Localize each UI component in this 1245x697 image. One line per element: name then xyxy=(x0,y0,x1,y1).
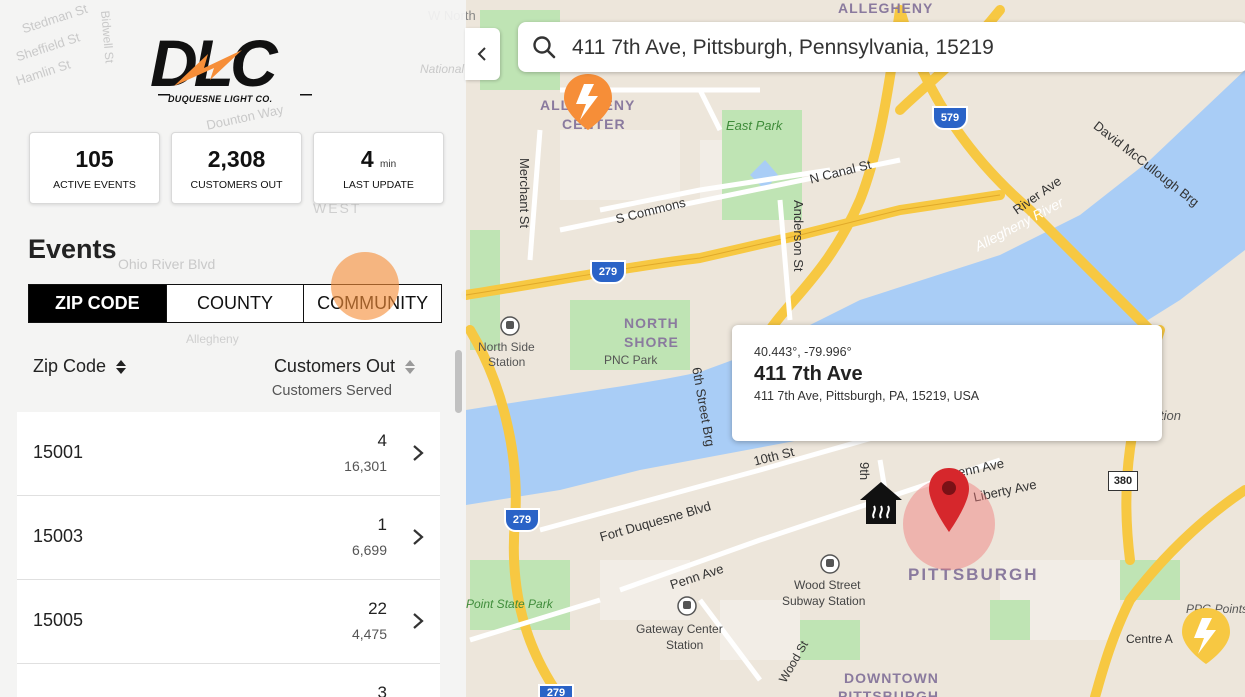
stat-active-events-value: 105 xyxy=(75,146,114,172)
map-label-9th: 9th xyxy=(857,462,872,481)
search-icon[interactable] xyxy=(532,35,556,59)
table-row[interactable]: 3 xyxy=(17,664,440,697)
map-label-allegheny-top: ALLEGHENY xyxy=(838,0,934,16)
map-label-north: NORTH xyxy=(624,315,679,331)
map-label-pnc-park: PNC Park xyxy=(604,353,658,367)
row-customers-out: 3 xyxy=(377,683,387,697)
logo-tagline: DUQUESNE LIGHT CO. xyxy=(168,94,273,104)
collapse-sidebar-button[interactable] xyxy=(465,28,500,80)
map-label-shore: SHORE xyxy=(624,334,679,350)
chevron-right-icon[interactable] xyxy=(412,444,424,462)
map-label-anderson-st: Anderson St xyxy=(791,200,806,272)
column-header-zip-code[interactable]: Zip Code xyxy=(33,356,127,377)
map-label-centre-ave: Centre A xyxy=(1126,632,1173,646)
outage-marker-icon[interactable] xyxy=(1178,606,1234,668)
location-popup: 40.443°, -79.996° 411 7th Ave 411 7th Av… xyxy=(732,325,1162,441)
sidebar-panel: Stedman St Sheffield St Hamlin St Bidwel… xyxy=(0,0,466,697)
map-label-wood-street: Wood Street xyxy=(794,578,861,592)
sort-icon[interactable] xyxy=(115,359,127,375)
chevron-right-icon[interactable] xyxy=(412,612,424,630)
map-label-gateway-station: Station xyxy=(666,638,704,652)
transit-station-icon xyxy=(500,316,520,336)
row-zip: 15003 xyxy=(33,526,84,546)
column-header-customers-out[interactable]: Customers Out xyxy=(274,356,416,377)
customers-header-label: Customers Out xyxy=(273,356,395,376)
table-row[interactable]: 15001 4 16,301 xyxy=(17,412,440,496)
chevron-left-icon xyxy=(477,47,486,61)
highway-shield-380: 380 xyxy=(1108,471,1138,491)
row-zip: 15005 xyxy=(33,610,84,630)
row-customers-served: 6,699 xyxy=(351,542,387,558)
transit-station-icon xyxy=(677,596,697,616)
map-label-allegheny-west: Allegheny xyxy=(186,332,239,346)
search-bar[interactable] xyxy=(518,22,1245,72)
popup-title: 411 7th Ave xyxy=(754,363,863,385)
highway-shield-579: 579 xyxy=(932,106,968,130)
stat-card-active-events: 105 ACTIVE EVENTS xyxy=(29,132,160,204)
stat-card-last-update: 4 min LAST UPDATE xyxy=(313,132,444,204)
row-customers-out: 22 xyxy=(368,599,387,618)
search-input[interactable] xyxy=(570,34,1234,62)
stat-customers-out-label: CUSTOMERS OUT xyxy=(190,179,283,191)
outage-marker-icon[interactable] xyxy=(560,72,616,134)
map-label-north-side: North Side xyxy=(478,340,535,354)
stat-last-update-unit: min xyxy=(380,159,397,170)
tab-zip-code[interactable]: ZIP CODE xyxy=(29,285,167,322)
map-label-pittsburgh: PITTSBURGH xyxy=(908,565,1039,584)
map-label-bidwell-st: Bidwell St xyxy=(98,10,117,64)
stat-last-update-label: LAST UPDATE xyxy=(343,179,414,191)
events-title: Events xyxy=(28,234,117,264)
popup-coordinates: 40.443°, -79.996° xyxy=(754,345,852,359)
map-label-downtown-pittsburgh: PITTSBURGH xyxy=(838,688,939,697)
transit-station-icon xyxy=(820,554,840,574)
tab-community[interactable]: COMMUNITY xyxy=(304,285,441,322)
stat-active-events-label: ACTIVE EVENTS xyxy=(53,179,136,191)
stat-card-customers-out: 2,308 CUSTOMERS OUT xyxy=(171,132,302,204)
popup-address: 411 7th Ave, Pittsburgh, PA, 15219, USA xyxy=(754,389,980,403)
map-label-national-aviary: National Aviary xyxy=(420,62,466,76)
events-tab-group: ZIP CODE COUNTY COMMUNITY xyxy=(28,284,442,323)
list-scrollbar[interactable] xyxy=(455,350,462,413)
table-row[interactable]: 15005 22 4,475 xyxy=(17,580,440,664)
zip-header-label: Zip Code xyxy=(33,356,107,376)
map-label-stedman-st: Stedman St xyxy=(20,1,90,37)
map-label-ohio-river-blvd: Ohio River Blvd xyxy=(118,256,216,272)
row-customers-served: 16,301 xyxy=(344,458,387,474)
stat-last-update-value: 4 min xyxy=(360,146,397,172)
row-customers-out: 4 xyxy=(377,431,387,450)
map-label-gateway-center: Gateway Center xyxy=(636,622,723,636)
building-heat-icon xyxy=(860,482,902,524)
sort-icon[interactable] xyxy=(404,359,416,375)
row-customers-out: 1 xyxy=(377,515,387,534)
chevron-right-icon[interactable] xyxy=(412,528,424,546)
map-label-north-side-station: Station xyxy=(488,355,526,369)
map-label-downtown: DOWNTOWN xyxy=(844,670,939,686)
stat-customers-out-value: 2,308 xyxy=(207,146,266,172)
map-label-station-tion: tion xyxy=(1160,408,1181,423)
map-label-subway-station: Subway Station xyxy=(782,594,866,608)
map-label-point-state-park: Point State Park xyxy=(466,597,553,611)
table-row[interactable]: 15003 1 6,699 xyxy=(17,496,440,580)
map-label-east-park: East Park xyxy=(726,118,783,133)
highway-shield-279-bottom: 279 xyxy=(538,684,574,697)
location-pin-icon[interactable] xyxy=(926,466,972,534)
tab-county[interactable]: COUNTY xyxy=(167,285,305,322)
row-zip: 15001 xyxy=(33,442,84,462)
highway-shield-279: 279 xyxy=(590,260,626,284)
highway-shield-279-south: 279 xyxy=(504,508,540,532)
row-customers-served: 4,475 xyxy=(351,626,387,642)
map-label-merchant-st: Merchant St xyxy=(517,158,532,229)
column-subheader-customers-served: Customers Served xyxy=(271,383,392,399)
